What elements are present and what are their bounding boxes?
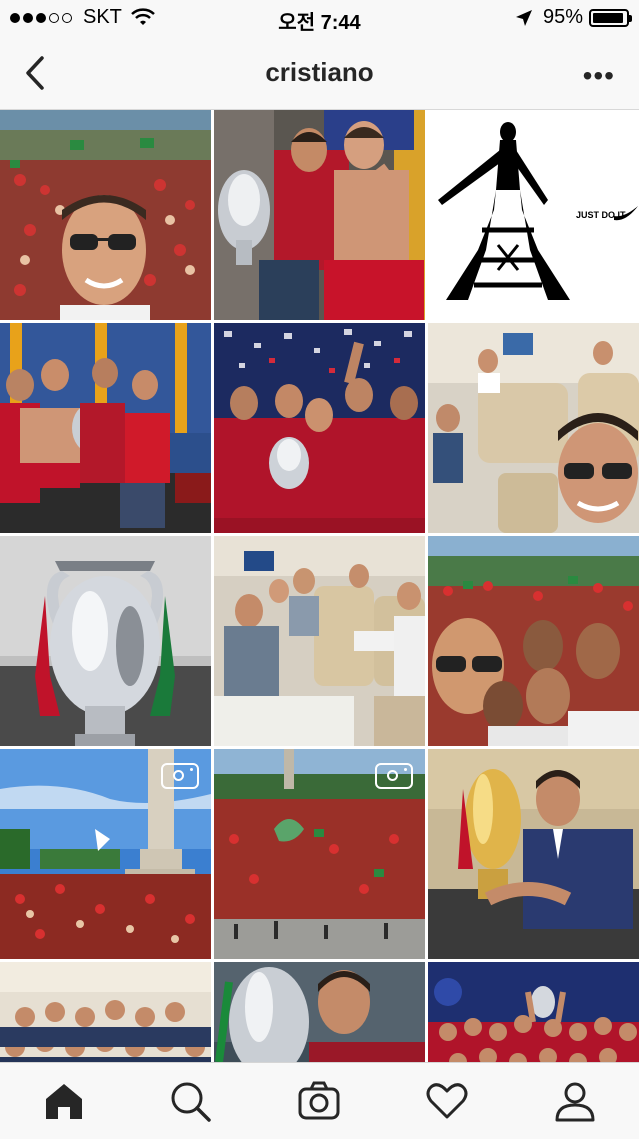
photo-suit-with-trophy xyxy=(428,749,639,959)
profile-username-title: cristiano xyxy=(265,57,374,87)
video-icon xyxy=(161,763,199,789)
heart-icon[interactable] xyxy=(425,1079,469,1123)
grid-post-10[interactable] xyxy=(0,749,211,959)
photo-private-jet-selfie xyxy=(428,323,639,533)
photo-team-on-plane xyxy=(0,962,211,1062)
photo-locker-room xyxy=(0,323,211,533)
battery-percent: 95% xyxy=(542,6,583,28)
photo-trophy-lift-stage xyxy=(428,962,639,1062)
grid-post-8[interactable] xyxy=(214,536,425,746)
grid-post-12[interactable] xyxy=(428,749,639,959)
photo-team-celebration xyxy=(214,323,425,533)
photo-family-on-jet xyxy=(214,536,425,746)
grid-post-15[interactable] xyxy=(428,962,639,1062)
grid-post-1[interactable] xyxy=(0,110,211,320)
video-icon xyxy=(375,763,413,789)
grid-post-4[interactable] xyxy=(0,323,211,533)
grid-post-11[interactable] xyxy=(214,749,425,959)
grid-post-14[interactable] xyxy=(214,962,425,1062)
profile-icon[interactable] xyxy=(553,1079,597,1123)
grid-post-6[interactable] xyxy=(428,323,639,533)
more-options-button[interactable]: ••• xyxy=(583,60,615,92)
photo-grid: JUST DO IT xyxy=(0,110,639,1062)
photo-kissing-trophy xyxy=(214,962,425,1062)
grid-post-13[interactable] xyxy=(0,962,211,1062)
grid-post-9[interactable] xyxy=(428,536,639,746)
search-icon[interactable] xyxy=(168,1079,212,1123)
photo-group-selfie-crowd xyxy=(428,536,639,746)
bottom-tab-bar xyxy=(0,1062,639,1139)
photo-trophy-teammates xyxy=(214,110,425,320)
status-bar: SKT 오전 7:44 95% xyxy=(0,0,639,36)
photo-eiffel-nike-art: JUST DO IT xyxy=(428,110,639,320)
photo-trophy-closeup xyxy=(0,536,211,746)
location-arrow-icon xyxy=(515,9,532,26)
grid-post-5[interactable] xyxy=(214,323,425,533)
camera-icon[interactable] xyxy=(297,1079,341,1123)
status-right: 95% xyxy=(515,6,632,29)
photo-selfie-crowd xyxy=(0,110,211,320)
grid-post-3[interactable]: JUST DO IT xyxy=(428,110,639,320)
home-icon[interactable] xyxy=(42,1079,86,1123)
navigation-header: cristiano ••• xyxy=(0,36,639,110)
grid-post-7[interactable] xyxy=(0,536,211,746)
grid-post-2[interactable] xyxy=(214,110,425,320)
battery-icon xyxy=(589,8,632,27)
